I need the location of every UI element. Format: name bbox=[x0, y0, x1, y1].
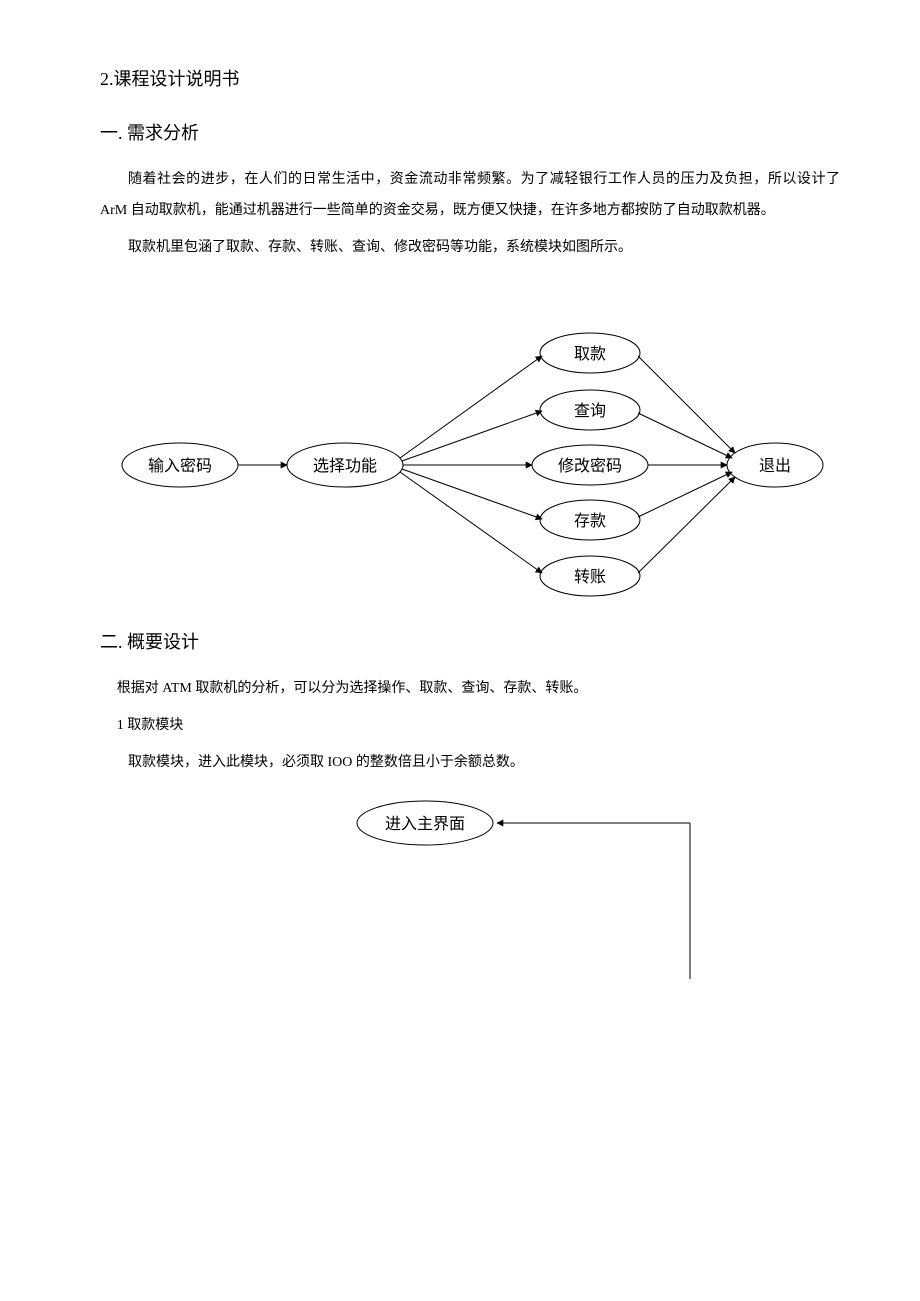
node-enter-main-label: 进入主界面 bbox=[385, 815, 465, 833]
arrow-select-to-deposit bbox=[402, 469, 542, 519]
node-select-fn-label: 选择功能 bbox=[313, 457, 377, 475]
paragraph-3: 根据对 ATM 取款机的分析，可以分为选择操作、取款、查询、存款、转账。 bbox=[100, 674, 840, 705]
node-exit-label: 退出 bbox=[759, 457, 791, 475]
node-deposit-label: 存款 bbox=[574, 512, 606, 530]
diagram-withdraw-module: 进入主界面 bbox=[320, 799, 700, 984]
paragraph-2: 取款机里包涵了取款、存款、转账、查询、修改密码等功能，系统模块如图所示。 bbox=[100, 233, 840, 264]
heading-main: 2.课程设计说明书 bbox=[100, 65, 840, 91]
diagram-system-modules: 输入密码 选择功能 取款 查询 修改密码 存款 转账 退出 bbox=[110, 313, 830, 608]
document-page: 2.课程设计说明书 一. 需求分析 随着社会的进步，在人们的日常生活中，资金流动… bbox=[0, 0, 920, 1301]
node-withdraw-label: 取款 bbox=[574, 345, 606, 363]
arrow-select-to-transfer bbox=[400, 472, 542, 573]
heading-section-2: 二. 概要设计 bbox=[100, 628, 840, 654]
node-change-pwd-label: 修改密码 bbox=[558, 457, 622, 475]
arrow-transfer-to-exit bbox=[638, 477, 735, 573]
paragraph-4: 1 取款模块 bbox=[100, 711, 840, 742]
paragraph-5: 取款模块，进入此模块，必须取 IOO 的整数倍且小于余额总数。 bbox=[100, 748, 840, 779]
heading-section-1: 一. 需求分析 bbox=[100, 119, 840, 145]
node-query-label: 查询 bbox=[574, 402, 606, 420]
node-transfer-label: 转账 bbox=[574, 568, 606, 586]
arrow-select-to-withdraw bbox=[400, 356, 542, 458]
paragraph-1: 随着社会的进步，在人们的日常生活中，资金流动非常频繁。为了减轻银行工作人员的压力… bbox=[100, 165, 840, 227]
arrow-withdraw-to-exit bbox=[638, 356, 735, 453]
arrow-select-to-query bbox=[402, 411, 542, 461]
node-input-pwd-label: 输入密码 bbox=[148, 457, 212, 475]
